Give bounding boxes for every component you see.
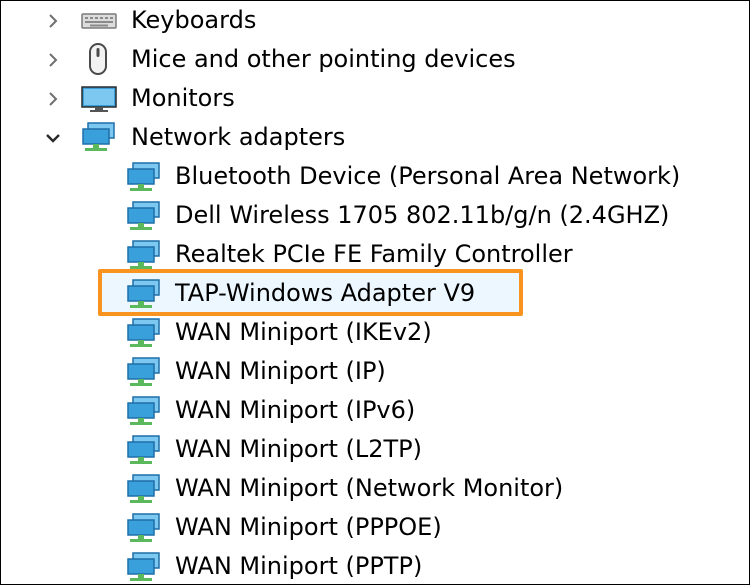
network-adapter-icon xyxy=(127,435,160,464)
chevron-right-icon[interactable] xyxy=(43,11,63,31)
tree-item-wan-network-monitor[interactable]: WAN Miniport (Network Monitor) xyxy=(1,469,741,508)
tree-item-wan-pppoe[interactable]: WAN Miniport (PPPOE) xyxy=(1,508,741,547)
tree-item-label: WAN Miniport (IKEv2) xyxy=(175,318,432,346)
tree-item-bluetooth-pan[interactable]: Bluetooth Device (Personal Area Network) xyxy=(1,157,741,196)
tree-category-mice[interactable]: Mice and other pointing devices xyxy=(1,40,741,79)
tree-item-dell-wireless[interactable]: Dell Wireless 1705 802.11b/g/n (2.4GHZ) xyxy=(1,196,741,235)
tree-item-wan-ip[interactable]: WAN Miniport (IP) xyxy=(1,352,741,391)
chevron-right-icon[interactable] xyxy=(43,89,63,109)
tree-category-label: Mice and other pointing devices xyxy=(131,45,516,73)
network-adapter-icon xyxy=(127,240,160,269)
keyboard-icon xyxy=(81,13,117,29)
tree-item-label: Bluetooth Device (Personal Area Network) xyxy=(175,162,681,190)
chevron-right-icon[interactable] xyxy=(43,50,63,70)
tree-category-monitors[interactable]: Monitors xyxy=(1,79,741,118)
network-adapter-icon xyxy=(127,474,160,503)
tree-item-label: WAN Miniport (PPTP) xyxy=(175,552,423,580)
tree-item-label: WAN Miniport (PPPOE) xyxy=(175,513,442,541)
network-adapter-icon xyxy=(127,318,160,347)
network-adapter-icon xyxy=(127,357,160,386)
network-adapter-icon xyxy=(127,552,160,581)
monitor-icon xyxy=(81,86,117,112)
tree-category-label: Network adapters xyxy=(131,123,346,151)
mouse-icon xyxy=(89,43,107,75)
chevron-down-icon[interactable] xyxy=(43,128,63,148)
tree-item-label: Dell Wireless 1705 802.11b/g/n (2.4GHZ) xyxy=(175,201,670,229)
network-adapter-icon xyxy=(82,122,115,151)
tree-item-wan-ipv6[interactable]: WAN Miniport (IPv6) xyxy=(1,391,741,430)
network-adapter-icon xyxy=(127,162,160,191)
tree-category-keyboards[interactable]: Keyboards xyxy=(1,1,741,40)
tree-item-label: Realtek PCIe FE Family Controller xyxy=(175,240,573,268)
tree-item-label: WAN Miniport (IP) xyxy=(175,357,386,385)
network-adapter-icon xyxy=(127,513,160,542)
device-manager-panel: Keyboards Mice and other pointing device… xyxy=(0,0,750,585)
tree-item-wan-ikev2[interactable]: WAN Miniport (IKEv2) xyxy=(1,313,741,352)
network-adapter-icon xyxy=(127,279,160,308)
tree-item-label: WAN Miniport (Network Monitor) xyxy=(175,474,564,502)
network-adapter-icon xyxy=(127,201,160,230)
network-adapter-icon xyxy=(127,396,160,425)
tree-category-label: Monitors xyxy=(131,84,235,112)
tree-item-wan-pptp[interactable]: WAN Miniport (PPTP) xyxy=(1,547,741,586)
tree-item-label: TAP-Windows Adapter V9 xyxy=(175,279,476,307)
tree-item-realtek[interactable]: Realtek PCIe FE Family Controller xyxy=(1,235,741,274)
tree-category-network-adapters[interactable]: Network adapters xyxy=(1,118,741,157)
tree-item-label: WAN Miniport (IPv6) xyxy=(175,396,416,424)
tree-item-wan-l2tp[interactable]: WAN Miniport (L2TP) xyxy=(1,430,741,469)
tree-category-label: Keyboards xyxy=(131,6,257,34)
tree-item-label: WAN Miniport (L2TP) xyxy=(175,435,422,463)
tree-item-tap-windows[interactable]: TAP-Windows Adapter V9 xyxy=(1,274,741,313)
